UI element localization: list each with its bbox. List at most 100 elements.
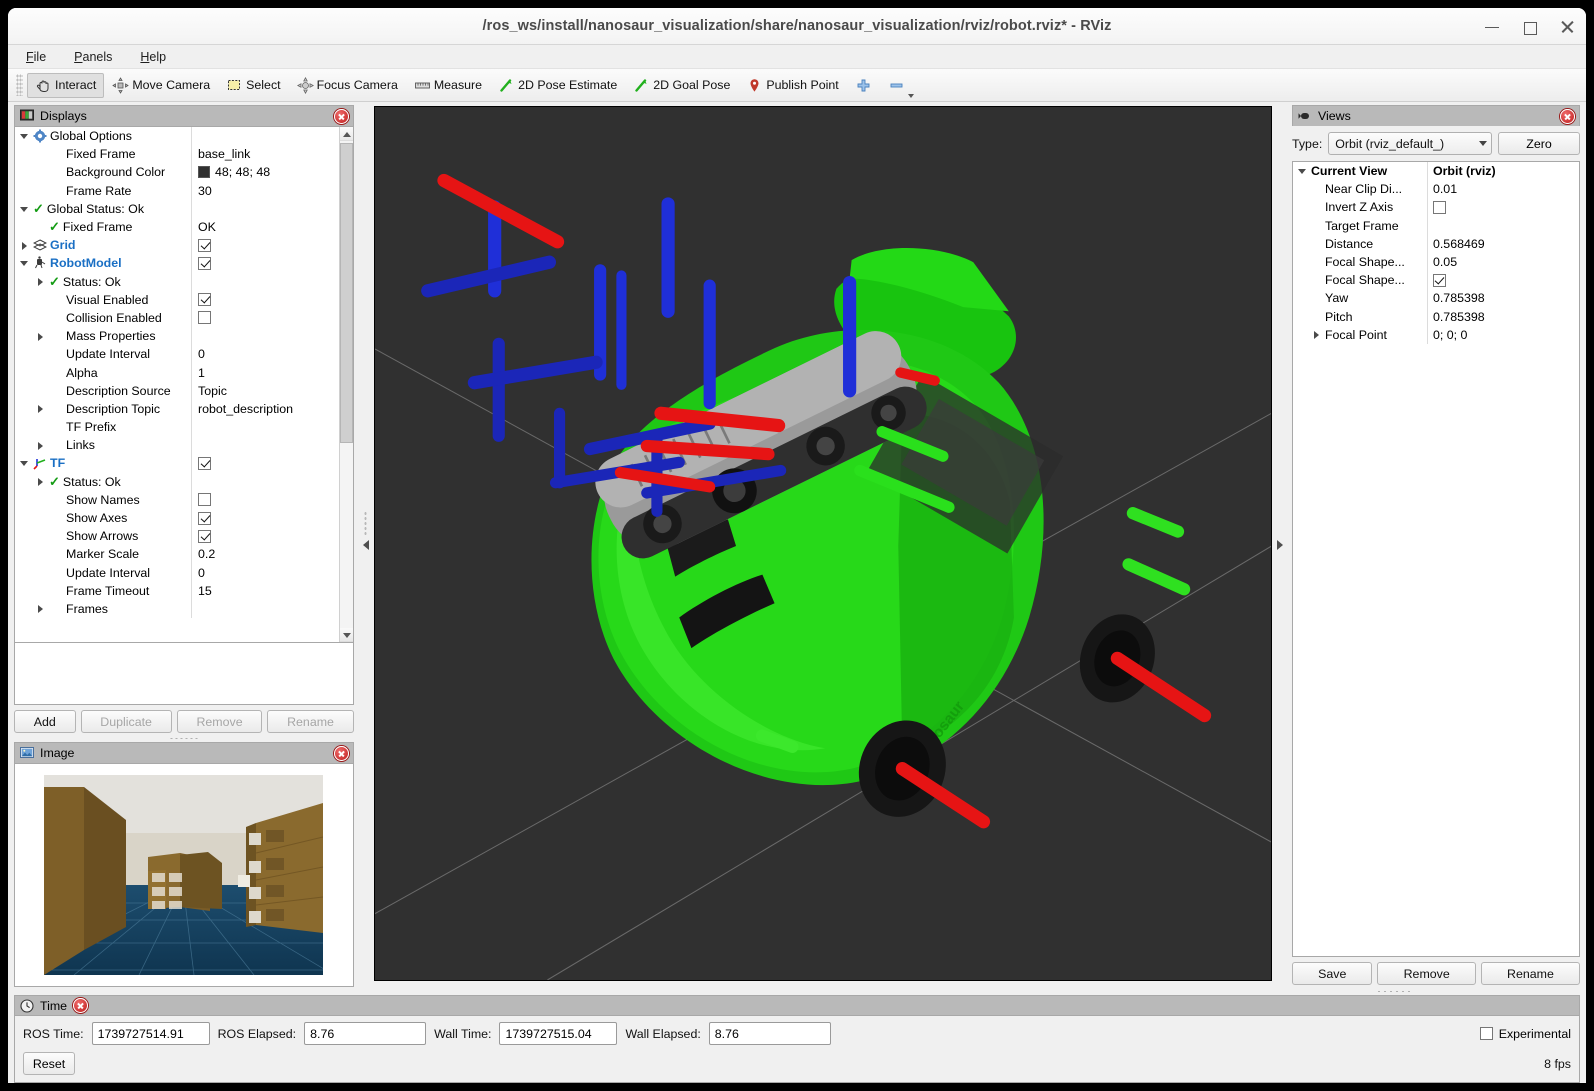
views-row[interactable]: Invert Z Axis [1293, 198, 1579, 217]
tree-expander-down-icon[interactable] [19, 258, 30, 269]
property-value-cell[interactable]: 0.568469 [1426, 234, 1579, 253]
property-checkbox[interactable] [198, 529, 211, 543]
property-checkbox[interactable] [198, 256, 211, 270]
displays-row[interactable]: Show Names [15, 490, 339, 509]
remove-button[interactable]: Remove [176, 710, 263, 733]
displays-row[interactable]: TF [15, 454, 339, 473]
property-value-cell[interactable]: 0.01 [1426, 180, 1579, 199]
property-value-cell[interactable]: robot_description [191, 399, 339, 418]
wall-time-input[interactable]: 1739727515.04 [499, 1022, 618, 1045]
property-value-cell[interactable] [191, 290, 339, 309]
views-row[interactable]: Focal Point 0; 0; 0 [1293, 325, 1579, 344]
views-row[interactable]: Target Frame [1293, 216, 1579, 235]
property-value-cell[interactable]: 0.785398 [1426, 289, 1579, 308]
scroll-track[interactable] [339, 141, 353, 628]
tool-publish-point[interactable]: Publish Point [738, 73, 846, 98]
displays-row[interactable]: ✓ Global Status: Ok [15, 199, 339, 218]
views-row[interactable]: Near Clip Di... 0.01 [1293, 180, 1579, 199]
save-view-button[interactable]: Save [1291, 962, 1373, 985]
property-value-cell[interactable] [191, 508, 339, 528]
close-panel-icon[interactable] [73, 998, 89, 1013]
property-checkbox[interactable] [198, 311, 211, 325]
duplicate-button[interactable]: Duplicate [80, 710, 172, 733]
displays-row[interactable]: ✓ Status: Ok [15, 272, 339, 291]
displays-scrollbar[interactable] [338, 127, 353, 642]
property-value-cell[interactable]: 48; 48; 48 [191, 163, 339, 182]
displays-row[interactable]: Update Interval 0 [15, 345, 339, 364]
property-checkbox[interactable] [198, 456, 211, 470]
property-value-cell[interactable] [191, 472, 339, 491]
displays-row[interactable]: TF Prefix [15, 418, 339, 437]
views-property-tree[interactable]: Current View Orbit (rviz) Near Clip Di... 0… [1291, 161, 1580, 957]
displays-row[interactable]: Visual Enabled [15, 290, 339, 309]
property-value-cell[interactable]: 0 [191, 345, 339, 364]
displays-row[interactable]: Frame Timeout 15 [15, 581, 339, 600]
tool-move-camera[interactable]: Move Camera [104, 73, 218, 98]
property-value-cell[interactable] [191, 308, 339, 328]
displays-row[interactable]: Links [15, 436, 339, 455]
property-value-cell[interactable] [1426, 216, 1579, 235]
close-panel-icon[interactable] [1560, 108, 1575, 124]
close-icon[interactable] [1560, 19, 1576, 35]
tree-expander-down-icon[interactable] [19, 131, 30, 142]
property-value-cell[interactable] [191, 599, 339, 619]
property-value-cell[interactable]: OK [191, 217, 339, 237]
add-button[interactable]: Add [14, 710, 76, 733]
tool-remove-tool[interactable] [880, 73, 914, 98]
views-row[interactable]: Distance 0.568469 [1293, 234, 1579, 253]
property-value-cell[interactable] [191, 418, 339, 437]
menu-file[interactable]: FFileile [22, 48, 50, 66]
property-value-cell[interactable] [191, 490, 339, 509]
property-value-cell[interactable]: 0 [191, 563, 339, 582]
rename-view-button[interactable]: Rename [1480, 962, 1580, 985]
displays-row[interactable]: Global Options [15, 127, 339, 146]
close-panel-icon[interactable] [333, 108, 349, 124]
displays-row[interactable]: Marker Scale 0.2 [15, 545, 339, 564]
displays-row[interactable]: Frames [15, 599, 339, 619]
displays-row[interactable]: Fixed Frame base_link [15, 145, 339, 164]
tool-select[interactable]: Select [218, 73, 288, 98]
property-value-cell[interactable] [191, 436, 339, 455]
menu-help[interactable]: Help [136, 48, 170, 66]
views-row[interactable]: Focal Shape... 0.05 [1293, 252, 1579, 272]
tree-expander-right-icon[interactable] [35, 440, 46, 451]
property-value-cell[interactable] [191, 454, 339, 473]
chevron-down-icon[interactable] [1479, 141, 1487, 146]
property-checkbox[interactable] [198, 293, 211, 307]
experimental-checkbox[interactable] [1479, 1027, 1493, 1040]
maximize-icon[interactable] [1522, 19, 1538, 35]
property-value-cell[interactable] [1426, 198, 1579, 217]
minimize-icon[interactable] [1484, 19, 1500, 35]
property-value-cell[interactable] [1426, 271, 1579, 290]
tool-2d-goal-pose[interactable]: 2D Goal Pose [625, 73, 738, 98]
ros-time-input[interactable]: 1739727514.91 [91, 1022, 210, 1045]
displays-row[interactable]: Collision Enabled [15, 308, 339, 328]
property-value-cell[interactable]: 1 [191, 363, 339, 382]
tree-expander-right-icon[interactable] [35, 403, 46, 414]
property-value-cell[interactable]: base_link [191, 145, 339, 164]
displays-row[interactable]: Frame Rate 30 [15, 181, 339, 200]
displays-row[interactable]: Alpha 1 [15, 363, 339, 382]
ros-elapsed-input[interactable]: 8.76 [304, 1022, 427, 1045]
property-value-cell[interactable] [191, 236, 339, 255]
property-value-cell[interactable] [191, 199, 339, 218]
tree-expander-right-icon[interactable] [1311, 329, 1322, 340]
tool-measure[interactable]: Measure [406, 73, 490, 98]
displays-row[interactable]: ✓ Status: Ok [15, 472, 339, 491]
views-row[interactable]: Focal Shape... [1293, 271, 1579, 290]
dock-splitter-handle[interactable] [14, 735, 354, 742]
zero-button[interactable]: Zero [1498, 132, 1580, 155]
render-viewport-3d[interactable]: nanosaur [373, 106, 1273, 981]
color-swatch[interactable] [198, 166, 210, 179]
displays-tree[interactable]: Global Options Fixed Frame base_link Backgr… [15, 127, 339, 642]
tree-expander-right-icon[interactable] [35, 603, 46, 614]
views-row[interactable]: Yaw 0.785398 [1293, 289, 1579, 308]
toolbar-grip[interactable] [16, 74, 23, 96]
tree-expander-right-icon[interactable] [19, 240, 30, 251]
tool-interact[interactable]: Interact [27, 72, 105, 98]
reset-button[interactable]: Reset [23, 1052, 75, 1075]
displays-row[interactable]: Description Topic robot_description [15, 399, 339, 418]
scroll-down-icon[interactable] [339, 628, 353, 642]
property-checkbox[interactable] [1432, 200, 1446, 214]
displays-row[interactable]: Background Color 48; 48; 48 [15, 163, 339, 182]
